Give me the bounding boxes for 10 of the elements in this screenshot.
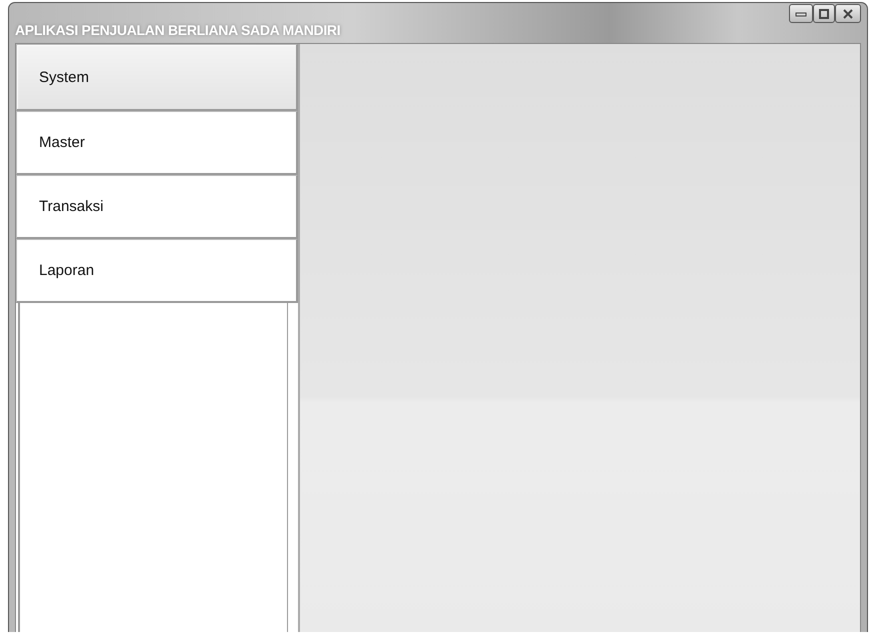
menu-button[interactable]: Master [16,111,298,175]
maximize-button[interactable] [813,4,835,23]
menu-button[interactable]: Laporan [16,239,298,303]
minimize-button[interactable] [789,4,813,23]
menu-button[interactable]: Transaksi [16,175,298,239]
minimize-icon [795,10,807,16]
menu-button[interactable]: System [16,44,298,111]
close-button[interactable] [835,4,861,23]
maximize-icon [819,8,829,18]
close-icon [843,8,853,18]
